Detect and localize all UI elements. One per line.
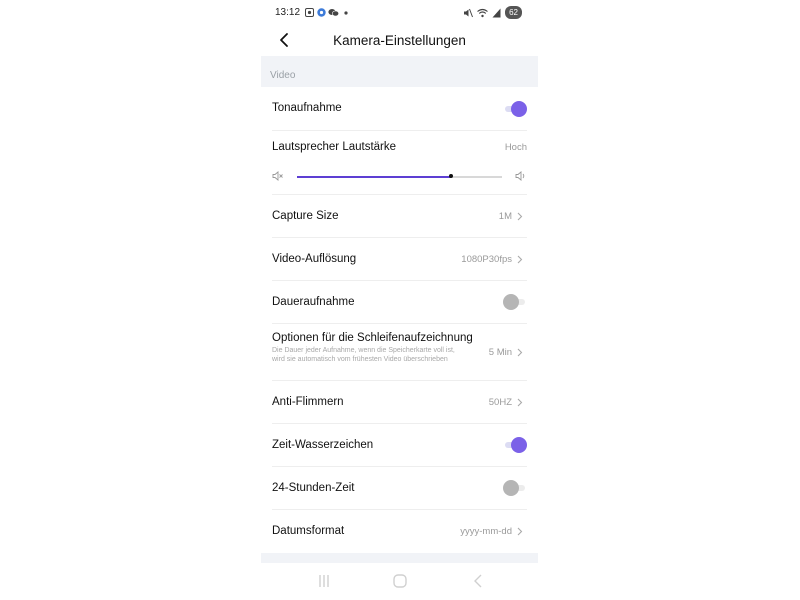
- recent-apps-icon[interactable]: [315, 573, 333, 589]
- row-datumsformat[interactable]: Datumsformat yyyy-mm-dd: [261, 510, 538, 553]
- app-notification-icon: [317, 8, 326, 17]
- row-label: Lautsprecher Lautstärke: [272, 141, 397, 153]
- status-time: 13:12: [275, 7, 301, 18]
- chevron-right-icon: [517, 527, 523, 536]
- more-notifications-dot-icon: [344, 11, 348, 15]
- row-label: Capture Size: [272, 210, 339, 222]
- row-label: 24-Stunden-Zeit: [272, 482, 355, 494]
- toggle-knob: [511, 437, 527, 453]
- phone-screen: 13:12 62 Kamera-Einstellungen Video Tona…: [261, 0, 538, 600]
- chevron-right-icon: [517, 212, 523, 221]
- row-value: 5 Min: [488, 347, 512, 358]
- row-label: Tonaufnahme: [272, 102, 342, 114]
- row-daueraufnahme: Daueraufnahme: [261, 281, 538, 324]
- volume-slider-fill: [297, 176, 451, 178]
- system-navigation-bar: [261, 563, 538, 600]
- nav-back-icon[interactable]: [469, 573, 487, 589]
- section-footer-band: [261, 553, 538, 563]
- chevron-right-icon: [517, 398, 523, 407]
- row-tonaufnahme: Tonaufnahme: [261, 87, 538, 131]
- row-label: Zeit-Wasserzeichen: [272, 439, 374, 451]
- row-lautsprecher-lautstaerke: Lautsprecher Lautstärke Hoch: [261, 131, 538, 195]
- row-24-stunden-zeit: 24-Stunden-Zeit: [261, 467, 538, 510]
- wasserzeichen-toggle[interactable]: [503, 437, 527, 453]
- home-icon[interactable]: [391, 573, 409, 589]
- row-schleifenaufzeichnung[interactable]: Optionen für die Schleifenaufzeichnung D…: [261, 324, 538, 381]
- row-value: yyyy-mm-dd: [460, 526, 512, 537]
- stunden24-toggle[interactable]: [503, 480, 527, 496]
- battery-level: 62: [505, 6, 522, 19]
- chat-icon: [328, 9, 339, 17]
- row-zeit-wasserzeichen: Zeit-Wasserzeichen: [261, 424, 538, 467]
- row-value: 50HZ: [488, 397, 512, 408]
- volume-slider[interactable]: [297, 174, 502, 178]
- row-description: Die Dauer jeder Aufnahme, wenn die Speic…: [272, 347, 455, 363]
- row-label: Video-Auflösung: [272, 253, 357, 265]
- section-header-video: Video: [261, 56, 538, 87]
- volume-value: Hoch: [504, 142, 527, 153]
- row-label: Daueraufnahme: [272, 296, 355, 308]
- toggle-knob: [503, 480, 519, 496]
- row-label: Optionen für die Schleifenaufzeichnung: [272, 332, 473, 344]
- status-bar: 13:12 62: [261, 0, 538, 26]
- page-title: Kamera-Einstellungen: [333, 33, 466, 48]
- volume-slider-knob[interactable]: [448, 174, 453, 178]
- row-value: 1M: [498, 211, 512, 222]
- volume-up-icon: [515, 171, 525, 181]
- row-video-aufloesung[interactable]: Video-Auflösung 1080P30fps: [261, 238, 538, 281]
- row-anti-flimmern[interactable]: Anti-Flimmern 50HZ: [261, 381, 538, 424]
- row-capture-size[interactable]: Capture Size 1M: [261, 195, 538, 238]
- mute-icon: [464, 8, 474, 17]
- toggle-knob: [511, 101, 527, 117]
- chevron-right-icon: [517, 348, 523, 357]
- row-label: Anti-Flimmern: [272, 396, 344, 408]
- screenshot-icon: [305, 8, 314, 17]
- row-label: Datumsformat: [272, 525, 345, 537]
- status-indicators: 62: [463, 6, 522, 19]
- signal-icon: [492, 8, 501, 17]
- volume-mute-icon: [272, 171, 283, 181]
- daueraufnahme-toggle[interactable]: [503, 294, 527, 310]
- wifi-icon: [477, 8, 488, 17]
- row-value: 1080P30fps: [461, 254, 512, 265]
- section-label: Video: [270, 70, 296, 81]
- toggle-knob: [503, 294, 519, 310]
- app-header: Kamera-Einstellungen: [261, 26, 538, 56]
- chevron-right-icon: [517, 255, 523, 264]
- tonaufnahme-toggle[interactable]: [503, 101, 527, 117]
